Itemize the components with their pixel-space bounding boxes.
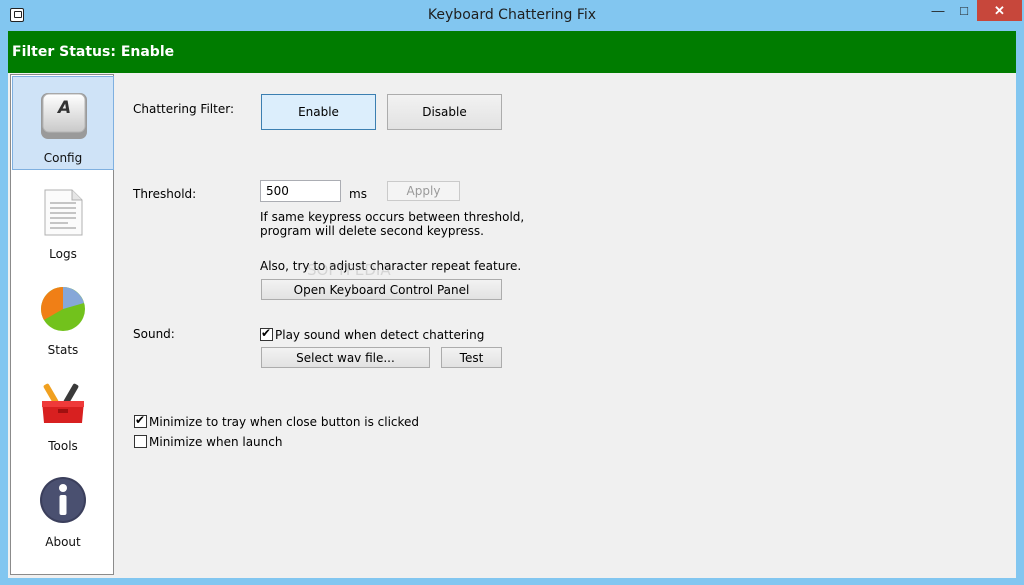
info-icon (40, 477, 86, 523)
sidebar-item-config[interactable]: A Config (12, 76, 114, 170)
keyboard-key-icon: A (41, 93, 87, 139)
sidebar-item-tools[interactable]: Tools (12, 365, 114, 459)
disable-button[interactable]: Disable (387, 94, 502, 130)
sidebar-item-label: About (45, 535, 81, 549)
sidebar-item-logs[interactable]: Logs (12, 173, 114, 267)
sidebar: A Config Logs Stats Tools About (10, 74, 114, 575)
minimize-when-launch-checkbox[interactable] (134, 435, 147, 448)
title-bar[interactable]: Keyboard Chattering Fix — □ ✕ (0, 0, 1024, 31)
watermark: SOFTPEDIA (307, 261, 391, 279)
minimize-when-launch-label: Minimize when launch (149, 435, 283, 449)
sound-label: Sound: (133, 327, 175, 341)
test-sound-button[interactable]: Test (441, 347, 502, 368)
threshold-label: Threshold: (133, 187, 197, 201)
svg-text:A: A (56, 98, 71, 118)
threshold-help-line-1: If same keypress occurs between threshol… (260, 210, 525, 224)
maximize-button[interactable]: □ (951, 0, 977, 21)
play-sound-label: Play sound when detect chattering (275, 328, 485, 342)
filter-status-text: Filter Status: Enable (12, 44, 175, 60)
minimize-to-tray-checkbox[interactable] (134, 413, 147, 428)
threshold-help-line-2: program will delete second keypress. (260, 224, 484, 238)
open-keyboard-control-panel-button[interactable]: Open Keyboard Control Panel (261, 279, 502, 300)
apply-button[interactable]: Apply (387, 181, 460, 201)
threshold-input[interactable] (260, 180, 341, 202)
select-wav-file-button[interactable]: Select wav file... (261, 347, 430, 368)
filter-status-bar: Filter Status: Enable (8, 31, 1016, 73)
enable-button[interactable]: Enable (261, 94, 376, 130)
app-window: Keyboard Chattering Fix — □ ✕ Filter Sta… (0, 0, 1024, 585)
sidebar-item-label: Tools (48, 439, 78, 453)
pie-chart-icon (41, 287, 85, 331)
minimize-to-tray-label: Minimize to tray when close button is cl… (149, 415, 420, 429)
sidebar-item-label: Logs (49, 247, 77, 261)
chattering-filter-label: Chattering Filter: (133, 102, 234, 116)
sidebar-item-label: Stats (47, 343, 79, 357)
play-sound-checkbox[interactable] (260, 326, 273, 341)
document-icon (44, 189, 83, 236)
threshold-unit: ms (349, 187, 367, 201)
sidebar-item-about[interactable]: About (12, 461, 114, 555)
config-panel: Chattering Filter: Enable Disable Thresh… (114, 73, 1016, 578)
minimize-button[interactable]: — (925, 0, 951, 21)
window-title: Keyboard Chattering Fix (427, 7, 597, 23)
client-area: A Config Logs Stats Tools About Chatteri… (8, 73, 1016, 578)
sidebar-item-label: Config (43, 151, 83, 165)
sidebar-item-stats[interactable]: Stats (12, 269, 114, 363)
toolbox-icon (42, 383, 84, 423)
close-button[interactable]: ✕ (977, 0, 1022, 21)
